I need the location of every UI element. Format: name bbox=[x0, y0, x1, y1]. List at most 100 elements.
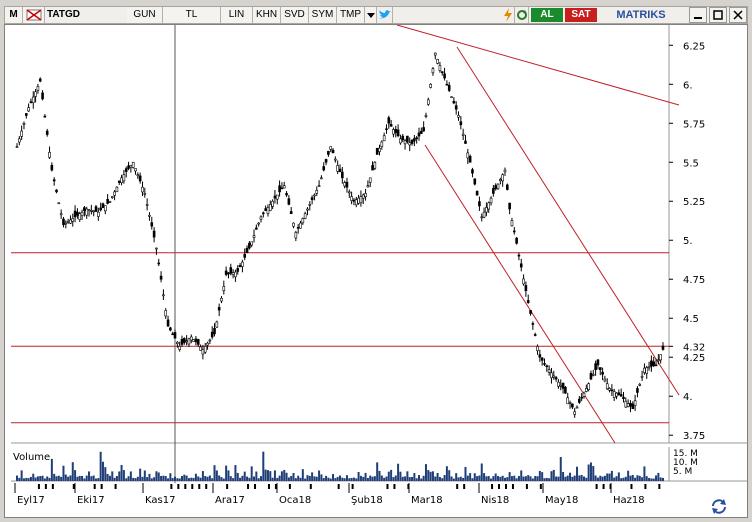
candle-body bbox=[83, 207, 86, 211]
currency-button[interactable]: TL bbox=[163, 7, 221, 23]
volume-bar bbox=[241, 475, 244, 481]
volume-bar bbox=[134, 478, 137, 481]
refresh-icon[interactable] bbox=[515, 7, 529, 23]
candle-body bbox=[27, 107, 30, 112]
volume-bar bbox=[485, 476, 488, 481]
volume-bar bbox=[160, 475, 163, 481]
candle-body bbox=[557, 381, 560, 387]
x-activity-mark bbox=[595, 484, 598, 489]
volume-bar bbox=[287, 477, 290, 481]
volume-bar bbox=[106, 473, 109, 481]
lightning-icon[interactable] bbox=[501, 7, 515, 23]
volume-bar bbox=[213, 465, 216, 481]
menu-m-button[interactable]: M bbox=[5, 7, 23, 23]
volume-bar bbox=[171, 478, 174, 481]
svd-button[interactable]: SVD bbox=[281, 7, 309, 23]
crossed-box-icon[interactable] bbox=[23, 7, 45, 23]
candle-body bbox=[90, 209, 93, 212]
candle-body bbox=[185, 340, 188, 343]
sym-button[interactable]: SYM bbox=[309, 7, 337, 23]
volume-bar bbox=[236, 472, 239, 481]
tmp-button[interactable]: TMP bbox=[337, 7, 365, 23]
candle-body bbox=[478, 201, 481, 207]
khn-button[interactable]: KHN bbox=[253, 7, 281, 23]
candle-body bbox=[636, 388, 639, 393]
chart-area[interactable]: 6.25 6. 5.75 5.5 5.25 5. 4.75 4.5 4.32 4.25 4. 3.75… bbox=[4, 24, 748, 518]
volume-bar bbox=[655, 475, 658, 481]
candle-body bbox=[183, 338, 186, 343]
volume-bar bbox=[371, 476, 374, 481]
volume-bar bbox=[329, 478, 332, 481]
volume-bar bbox=[645, 476, 648, 481]
volume-label: Volume bbox=[13, 452, 50, 463]
sell-button[interactable]: SAT bbox=[565, 8, 597, 22]
volume-bar bbox=[18, 477, 21, 481]
volume-bar bbox=[462, 477, 465, 481]
period-button[interactable]: GUN bbox=[127, 7, 163, 23]
volume-bar bbox=[657, 472, 660, 481]
minimize-icon[interactable] bbox=[689, 7, 707, 23]
volume-bar bbox=[16, 475, 18, 481]
candle-body bbox=[631, 403, 635, 409]
volume-bar bbox=[390, 469, 393, 481]
volume-bar bbox=[220, 477, 223, 481]
candle-body bbox=[173, 332, 177, 339]
volume-bar bbox=[255, 471, 258, 481]
candle-body bbox=[499, 179, 502, 181]
x-activity-mark bbox=[337, 484, 340, 489]
candle-body bbox=[120, 177, 123, 184]
volume-bar bbox=[520, 470, 523, 481]
volume-bar bbox=[378, 470, 381, 481]
close-icon[interactable] bbox=[729, 7, 747, 23]
trend-line bbox=[396, 24, 680, 106]
volume-bar bbox=[81, 476, 84, 481]
x-activity-mark bbox=[205, 484, 208, 489]
x-activity-mark bbox=[351, 484, 354, 489]
volume-bar bbox=[301, 469, 304, 481]
volume-bar bbox=[227, 470, 230, 481]
volume-bar bbox=[536, 476, 539, 481]
candle-body bbox=[619, 394, 623, 397]
x-activity-mark bbox=[198, 484, 201, 489]
volume-bar bbox=[125, 478, 128, 481]
volume-bar bbox=[431, 471, 434, 481]
candle-body bbox=[436, 59, 439, 64]
volume-bar bbox=[555, 476, 558, 481]
twitter-bird-icon[interactable] bbox=[377, 7, 393, 23]
x-activity-mark bbox=[386, 484, 389, 489]
x-activity-mark bbox=[191, 484, 194, 489]
candle-body bbox=[447, 85, 451, 91]
maximize-icon[interactable] bbox=[709, 7, 727, 23]
candle-body bbox=[380, 141, 384, 148]
volume-bar bbox=[483, 473, 486, 481]
candle-body bbox=[38, 78, 42, 82]
volume-bar bbox=[83, 478, 86, 481]
volume-bar bbox=[652, 478, 655, 481]
candle-body bbox=[255, 227, 258, 230]
symbol-field[interactable]: TATGD bbox=[47, 8, 127, 22]
x-activity-mark bbox=[37, 484, 40, 489]
linear-scale-button[interactable]: LIN bbox=[221, 7, 253, 23]
buy-button[interactable]: AL bbox=[531, 8, 563, 22]
price-chart[interactable]: 6.25 6. 5.75 5.5 5.25 5. 4.75 4.5 4.324.25 4. 3.75… bbox=[5, 24, 747, 517]
volume-bar bbox=[659, 477, 662, 481]
sync-icon[interactable] bbox=[709, 497, 729, 515]
volume-bar bbox=[322, 478, 325, 481]
candle-body bbox=[252, 235, 256, 238]
volume-bar bbox=[383, 477, 386, 481]
candle-body bbox=[352, 199, 356, 202]
candle-body bbox=[480, 216, 484, 219]
dropdown-arrow-icon[interactable] bbox=[365, 7, 377, 23]
candle-body bbox=[264, 208, 267, 211]
x-tick-label: Nis18 bbox=[481, 495, 509, 506]
candle-body bbox=[206, 342, 209, 346]
volume-bar bbox=[408, 477, 411, 481]
volume-bar bbox=[362, 476, 365, 481]
volume-bar bbox=[285, 472, 288, 481]
volume-bar bbox=[336, 476, 339, 481]
candle-body bbox=[626, 403, 630, 408]
candle-body bbox=[52, 179, 56, 182]
x-activity-mark bbox=[93, 484, 96, 489]
candle-body bbox=[324, 159, 328, 163]
volume-bar bbox=[343, 478, 346, 481]
